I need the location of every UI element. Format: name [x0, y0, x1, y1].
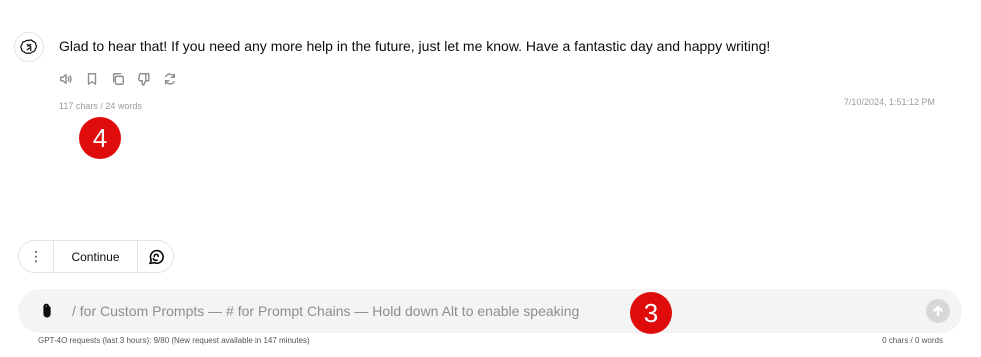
assistant-message-text: Glad to hear that! If you need any more …: [59, 38, 771, 54]
message-toolbar: ⋮ Continue: [18, 240, 174, 273]
regenerate-button[interactable]: [162, 71, 178, 87]
copy-icon: [112, 73, 124, 85]
more-options-button[interactable]: ⋮: [19, 241, 54, 272]
copy-button[interactable]: [110, 71, 126, 87]
annotation-badge-4: 4: [79, 117, 121, 159]
bookmark-button[interactable]: [84, 71, 100, 87]
bookmark-icon: [87, 73, 97, 85]
thumbs-down-icon: [138, 73, 150, 86]
speaker-icon: [60, 73, 72, 85]
composer-char-word-count: 0 chars / 0 words: [882, 336, 943, 345]
message-timestamp: 7/10/2024, 1:51:12 PM: [843, 97, 935, 107]
composer: [18, 289, 962, 333]
thumbs-down-button[interactable]: [136, 71, 152, 87]
message-char-word-count: 117 chars / 24 words: [59, 101, 142, 111]
voice-chat-button[interactable]: [138, 241, 173, 272]
openai-logo-icon: [20, 39, 38, 54]
paperclip-icon: [43, 303, 51, 318]
arrow-up-icon: [933, 305, 943, 317]
kebab-menu-icon: ⋮: [29, 248, 43, 264]
prompt-input[interactable]: [72, 300, 872, 322]
message-actions: [58, 71, 178, 87]
read-aloud-button[interactable]: [58, 71, 74, 87]
annotation-badge-3: 3: [630, 292, 672, 334]
voice-chat-icon: [148, 249, 164, 264]
request-quota-status: GPT-4O requests (last 3 hours): 9/80 (Ne…: [38, 336, 310, 345]
send-button[interactable]: [926, 299, 950, 323]
continue-button[interactable]: Continue: [54, 241, 138, 272]
attach-file-button[interactable]: [38, 302, 56, 320]
assistant-avatar: [14, 32, 44, 62]
regenerate-icon: [164, 73, 176, 85]
